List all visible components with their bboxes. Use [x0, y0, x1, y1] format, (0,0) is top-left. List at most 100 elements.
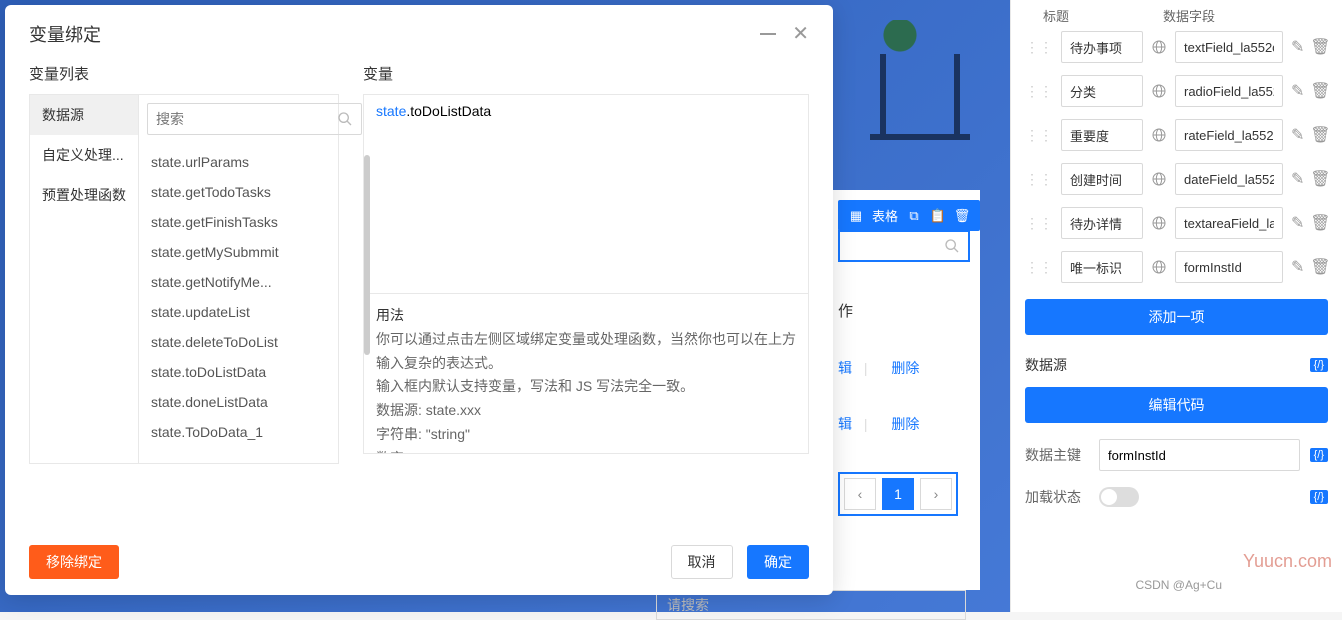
column-title-input[interactable]	[1061, 251, 1143, 283]
usage-help: 用法 你可以通过点击左侧区域绑定变量或处理函数，当然你也可以在上方输入复杂的表达…	[363, 294, 809, 454]
variable-item[interactable]: state.urlParams	[139, 147, 370, 177]
column-field-input[interactable]	[1175, 119, 1283, 151]
drag-handle-icon[interactable]: ⋮⋮	[1025, 171, 1053, 188]
page-1[interactable]: 1	[882, 478, 914, 510]
column-field-input[interactable]	[1175, 75, 1283, 107]
category-preset-handler[interactable]: 预置处理函数	[30, 175, 138, 215]
variable-items[interactable]: state.urlParams state.getTodoTasks state…	[139, 143, 370, 463]
edit-icon[interactable]: ✎	[1291, 171, 1304, 187]
edit-icon[interactable]: ✎	[1291, 215, 1304, 231]
edit-icon[interactable]: ✎	[1291, 83, 1304, 99]
globe-icon[interactable]	[1151, 259, 1167, 275]
usage-title: 用法	[376, 307, 404, 323]
scrollbar[interactable]	[364, 155, 370, 355]
table-row-actions: 辑 | 删除	[838, 358, 919, 378]
variable-item[interactable]: state.toDoListData	[139, 357, 370, 387]
globe-icon[interactable]	[1151, 171, 1167, 187]
drag-handle-icon[interactable]: ⋮⋮	[1025, 259, 1053, 276]
variable-item[interactable]: state.ToDoData_1	[139, 417, 370, 447]
column-field-input[interactable]	[1175, 207, 1283, 239]
variable-panel: state.urlParams state.getTodoTasks state…	[139, 95, 370, 463]
delete-icon[interactable]: 🗑	[1312, 215, 1328, 231]
delete-icon[interactable]: 🗑	[1312, 259, 1328, 275]
column-title-input[interactable]	[1061, 75, 1143, 107]
edit-icon[interactable]: ✎	[1291, 259, 1304, 275]
globe-icon[interactable]	[1151, 39, 1167, 55]
category-custom-handler[interactable]: 自定义处理...	[30, 135, 138, 175]
category-datasource[interactable]: 数据源	[30, 95, 138, 135]
delete-icon[interactable]: 🗑	[954, 208, 970, 224]
expression-column: 变量 state.toDoListData 用法 你可以通过点击左侧区域绑定变量…	[363, 63, 809, 529]
variable-item[interactable]: state.updateList	[139, 297, 370, 327]
column-title-input[interactable]	[1061, 31, 1143, 63]
delete-icon[interactable]: 🗑	[1312, 39, 1328, 55]
paste-icon[interactable]: 📋	[930, 208, 946, 224]
search-icon	[337, 111, 353, 127]
code-badge[interactable]: {/}	[1310, 448, 1328, 462]
add-item-button[interactable]: 添加一项	[1025, 299, 1328, 335]
delete-icon[interactable]: 🗑	[1312, 127, 1328, 143]
globe-icon[interactable]	[1151, 127, 1167, 143]
drag-handle-icon[interactable]: ⋮⋮	[1025, 83, 1053, 100]
delete-link[interactable]: 删除	[891, 360, 919, 376]
variable-item[interactable]: state.deleteToDoList	[139, 327, 370, 357]
column-field-input[interactable]	[1175, 251, 1283, 283]
separator: |	[864, 360, 868, 376]
variable-item[interactable]: state.getTodoTasks	[139, 177, 370, 207]
column-title-input[interactable]	[1061, 119, 1143, 151]
variable-list-column: 变量列表 数据源 自定义处理... 预置处理函数 state.urlParams…	[29, 63, 339, 529]
drag-handle-icon[interactable]: ⋮⋮	[1025, 39, 1053, 56]
minimize-button[interactable]	[760, 33, 776, 35]
column-field-input[interactable]	[1175, 163, 1283, 195]
variable-search[interactable]	[147, 103, 362, 135]
code-rest: .toDoListData	[406, 103, 491, 119]
delete-link[interactable]: 删除	[891, 416, 919, 432]
delete-icon[interactable]: 🗑	[1312, 171, 1328, 187]
edit-code-button[interactable]: 编辑代码	[1025, 387, 1328, 423]
variable-item[interactable]: state.getMySubmmit	[139, 237, 370, 267]
table-row-actions: 辑 | 删除	[838, 414, 919, 434]
drag-handle-icon[interactable]: ⋮⋮	[1025, 127, 1053, 144]
edit-icon[interactable]: ✎	[1291, 127, 1304, 143]
property-panel: 标题 数据字段 ⋮⋮✎🗑⋮⋮✎🗑⋮⋮✎🗑⋮⋮✎🗑⋮⋮✎🗑⋮⋮✎🗑 添加一项 数据…	[1010, 0, 1342, 612]
drag-handle-icon[interactable]: ⋮⋮	[1025, 215, 1053, 232]
edit-link[interactable]: 辑	[838, 360, 852, 376]
remove-binding-button[interactable]: 移除绑定	[29, 545, 119, 579]
component-toolbar[interactable]: ▦ 表格 ⧉ 📋 🗑	[838, 200, 980, 231]
edit-link[interactable]: 辑	[838, 416, 852, 432]
ok-button[interactable]: 确定	[747, 545, 809, 579]
globe-icon[interactable]	[1151, 215, 1167, 231]
load-state-label: 加载状态	[1025, 487, 1089, 507]
table-search-row[interactable]	[838, 230, 970, 262]
close-icon[interactable]: ✕	[792, 24, 809, 44]
column-title-input[interactable]	[1061, 207, 1143, 239]
search-input[interactable]	[156, 111, 337, 127]
decoration-shelf	[870, 60, 970, 140]
usage-line: 字符串: "string"	[376, 426, 470, 442]
delete-icon[interactable]: 🗑	[1312, 83, 1328, 99]
expression-editor[interactable]: state.toDoListData	[363, 94, 809, 294]
code-badge[interactable]: {/}	[1310, 490, 1328, 504]
variable-item[interactable]: state.doneListData	[139, 387, 370, 417]
page-prev[interactable]: ‹	[844, 478, 876, 510]
field-row: ⋮⋮ ✎ 🗑	[1025, 119, 1328, 151]
usage-line: 数字: 123	[376, 450, 435, 454]
variable-item[interactable]: state.getNotifyMe...	[139, 267, 370, 297]
edit-icon[interactable]: ✎	[1291, 39, 1304, 55]
variable-item[interactable]: state.getFinishTasks	[139, 207, 370, 237]
copy-icon[interactable]: ⧉	[906, 208, 922, 224]
category-list: 数据源 自定义处理... 预置处理函数	[30, 95, 139, 463]
grid-icon[interactable]: ▦	[848, 208, 864, 224]
page-next[interactable]: ›	[920, 478, 952, 510]
modal-title: 变量绑定	[29, 21, 101, 47]
code-badge[interactable]: {/}	[1310, 358, 1328, 372]
pagination: ‹ 1 ›	[838, 472, 958, 516]
cancel-button[interactable]: 取消	[671, 545, 733, 579]
load-state-toggle[interactable]	[1099, 487, 1139, 507]
primary-key-input[interactable]	[1099, 439, 1300, 471]
globe-icon[interactable]	[1151, 83, 1167, 99]
field-row: ⋮⋮ ✎ 🗑	[1025, 207, 1328, 239]
column-title-input[interactable]	[1061, 163, 1143, 195]
credit-text: CSDN @Ag+Cu	[1135, 578, 1222, 592]
column-field-input[interactable]	[1175, 31, 1283, 63]
